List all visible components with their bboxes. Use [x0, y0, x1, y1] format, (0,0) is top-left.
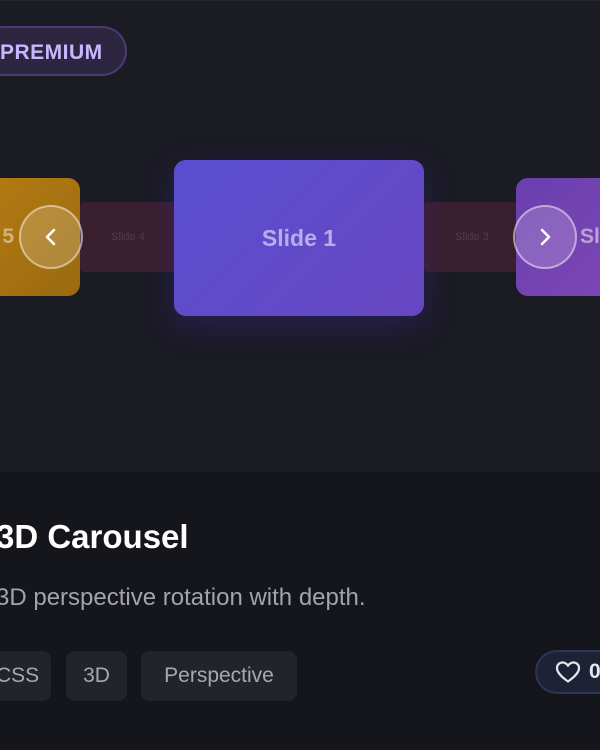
carousel-slide: Slide 4 [80, 202, 176, 272]
premium-badge: PREMIUM [0, 26, 127, 76]
slide-label: Slide 5 [0, 225, 14, 248]
carousel-preview: PREMIUM Slide 4 Slide 3 Slide 5 Slide 2 … [0, 0, 600, 472]
tag-perspective: Perspective [141, 651, 297, 701]
like-count: 0 [589, 660, 600, 683]
like-button[interactable]: 0 [535, 650, 600, 694]
chevron-right-icon [540, 228, 551, 246]
chevron-left-icon [45, 228, 56, 246]
heart-icon [555, 661, 581, 683]
card-title: 3D Carousel [0, 518, 189, 555]
tag-css: CSS [0, 651, 51, 701]
slide-label: Slide 2 [580, 225, 600, 248]
card-description: 3D perspective rotation with depth. [0, 584, 366, 611]
carousel-slide: Slide 3 [424, 202, 520, 272]
carousel-prev-button[interactable] [19, 205, 83, 269]
slide-label: Slide 1 [261, 224, 337, 251]
tag-3d: 3D [66, 651, 127, 701]
carousel-next-button[interactable] [513, 205, 577, 269]
component-card: PREMIUM Slide 4 Slide 3 Slide 5 Slide 2 … [0, 0, 600, 750]
carousel-slide-active: Slide 1 [174, 160, 424, 316]
